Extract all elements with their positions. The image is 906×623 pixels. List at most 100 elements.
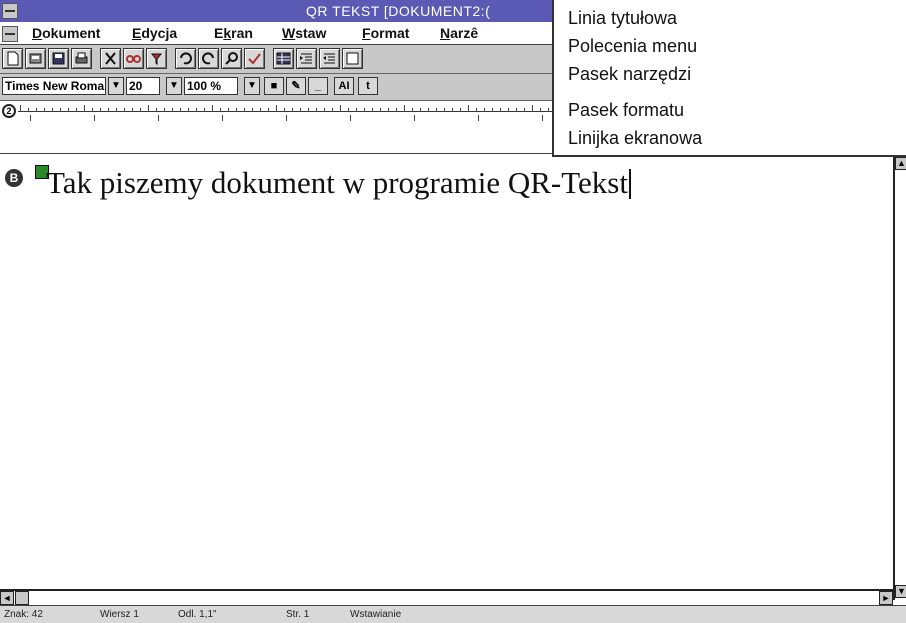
ruler-tick: [196, 108, 197, 112]
menu-ekran[interactable]: Ekran: [214, 25, 253, 41]
ruler-tick: [532, 105, 533, 112]
font-name-select[interactable]: Times New Roman: [2, 77, 106, 95]
menu-edycja[interactable]: Edycja: [132, 25, 177, 41]
scroll-right-arrow-icon[interactable]: ►: [879, 591, 893, 605]
document-first-paragraph[interactable]: B Tak piszemy dokument w programie QR-Te…: [0, 157, 893, 221]
ruler-tick: [404, 105, 405, 112]
ruler-tick: [436, 108, 437, 112]
cut-icon[interactable]: [100, 48, 121, 69]
ruler-tick: [44, 108, 45, 112]
document-area[interactable]: ⌶: [0, 219, 893, 589]
ruler-tick: [492, 108, 493, 112]
horizontal-scroll-thumb[interactable]: [15, 591, 29, 605]
ruler-tick: [388, 108, 389, 112]
ruler-tick: [548, 108, 549, 112]
table-icon[interactable]: [273, 48, 294, 69]
document-system-menu-button[interactable]: [2, 26, 18, 42]
ruler-tick: [84, 105, 85, 112]
print-icon[interactable]: [71, 48, 92, 69]
window-title: QR TEKST [DOKUMENT2:(: [306, 3, 491, 19]
ruler-tick: [372, 108, 373, 112]
format-bar: Times New Roman ▼ 20 ▼ 100 % ▼ ■ ✎ _ AI …: [0, 74, 560, 101]
font-size-input[interactable]: 20: [126, 77, 160, 95]
save-icon[interactable]: [48, 48, 69, 69]
ruler-tick: [188, 108, 189, 112]
ruler-tick: [204, 108, 205, 112]
zoom-dropdown-icon[interactable]: ▼: [166, 77, 182, 95]
scroll-down-arrow-icon[interactable]: ▼: [895, 585, 906, 598]
ruler-tick: [148, 105, 149, 112]
indent-right-icon[interactable]: [319, 48, 340, 69]
ruler-tick: [244, 108, 245, 112]
undo-icon[interactable]: [175, 48, 196, 69]
ruler-tab-stop: [158, 115, 159, 121]
ruler[interactable]: 2: [0, 101, 560, 154]
open-icon[interactable]: [25, 48, 46, 69]
menu-narzedzia[interactable]: Narzê: [440, 25, 478, 41]
color-icon[interactable]: ■: [264, 77, 284, 95]
document-text-line[interactable]: Tak piszemy dokument w programie QR-Teks…: [46, 165, 631, 201]
ruler-tab-stop: [30, 115, 31, 121]
paste-icon[interactable]: [146, 48, 167, 69]
horizontal-scrollbar[interactable]: ◄ ►: [0, 589, 893, 605]
ruler-tick: [524, 108, 525, 112]
text-caret: [628, 169, 631, 199]
menu-format[interactable]: Format: [362, 25, 409, 41]
font-name-dropdown-icon[interactable]: ▼: [108, 77, 124, 95]
document-text: Tak piszemy dokument w programie QR-Teks…: [46, 165, 628, 200]
ruler-tick: [36, 108, 37, 112]
ruler-tick: [60, 108, 61, 112]
style-dropdown-icon[interactable]: ▼: [244, 77, 260, 95]
ruler-tick: [364, 108, 365, 112]
status-page: Str. 1: [286, 609, 310, 620]
indent-left-icon[interactable]: [296, 48, 317, 69]
ruler-tab-stop: [286, 115, 287, 121]
ruler-tick: [228, 108, 229, 112]
zoom-input[interactable]: 100 %: [184, 77, 238, 95]
scroll-left-arrow-icon[interactable]: ◄: [0, 591, 14, 605]
ruler-tick: [292, 108, 293, 112]
ruler-tick: [260, 108, 261, 112]
ruler-tick: [140, 108, 141, 112]
callout-panel: Linia tytułowa Polecenia menu Pasek narz…: [552, 0, 906, 157]
status-mode: Wstawianie: [350, 609, 402, 620]
ruler-tick: [340, 105, 341, 112]
menu-format-label: ormat: [370, 25, 410, 41]
frame-icon[interactable]: [342, 48, 363, 69]
ruler-tick: [516, 108, 517, 112]
ruler-tick: [220, 108, 221, 112]
pencil-icon[interactable]: ✎: [286, 77, 306, 95]
callout-title-line: Linia tytułowa: [568, 8, 678, 28]
system-menu-button[interactable]: [2, 3, 18, 19]
vertical-scrollbar[interactable]: ▲ ▼: [893, 157, 906, 600]
scroll-up-arrow-icon[interactable]: ▲: [895, 157, 906, 170]
copy-icon[interactable]: [123, 48, 144, 69]
ruler-tick: [308, 108, 309, 112]
ruler-tick: [236, 108, 237, 112]
redo-icon[interactable]: [198, 48, 219, 69]
ruler-tab-stop: [414, 115, 415, 121]
menu-wstaw[interactable]: Wstaw: [282, 25, 326, 41]
search-icon[interactable]: [221, 48, 242, 69]
ruler-tick: [164, 108, 165, 112]
underline-icon[interactable]: _: [308, 77, 328, 95]
spellcheck-icon[interactable]: [244, 48, 265, 69]
new-document-icon[interactable]: [2, 48, 23, 69]
ruler-tick: [484, 108, 485, 112]
paragraph-marker-icon[interactable]: B: [5, 169, 23, 187]
ruler-tick: [180, 108, 181, 112]
ruler-tick: [68, 108, 69, 112]
ai-button[interactable]: AI: [334, 77, 354, 95]
ruler-tick: [76, 108, 77, 112]
ruler-tick: [540, 108, 541, 112]
menu-dokument-label: okument: [42, 25, 101, 41]
ruler-tick: [300, 108, 301, 112]
ruler-tick: [324, 108, 325, 112]
callout-toolbar: Pasek narzędzi: [568, 64, 692, 84]
status-line: Wiersz 1: [100, 609, 139, 620]
menu-dokument[interactable]: Dokument: [32, 25, 100, 41]
ruler-tick: [116, 108, 117, 112]
t-button[interactable]: t: [358, 77, 378, 95]
ruler-tick: [316, 108, 317, 112]
ruler-tick: [500, 108, 501, 112]
